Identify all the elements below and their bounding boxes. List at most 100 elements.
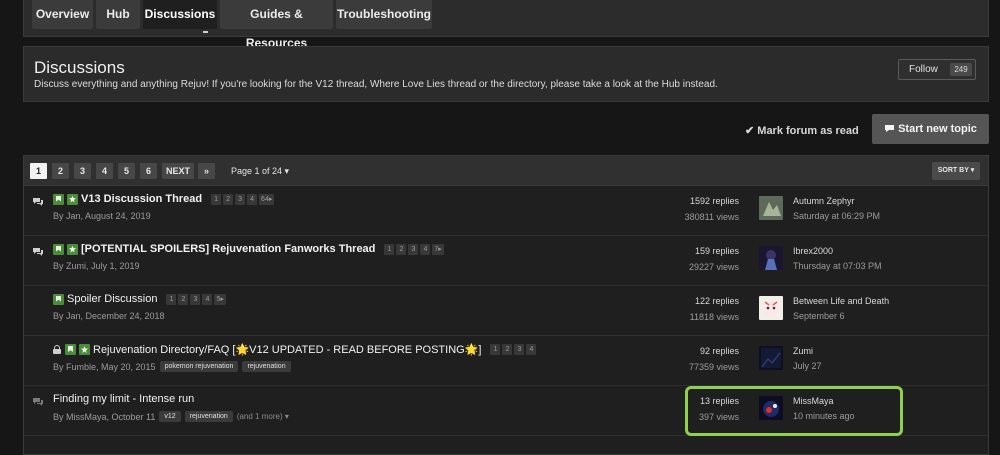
topic-row[interactable]: V13 Discussion Thread 1 2 3 4 64▸ By Jan… [24, 186, 988, 236]
tag-v12[interactable]: v12 [159, 411, 181, 422]
topic-row[interactable]: Rejuvenation Directory/FAQ [🌟V12 UPDATED… [24, 336, 988, 386]
topic-row[interactable]: Spoiler Discussion 1 2 3 4 5▸ By Jan, De… [24, 286, 988, 336]
reply-count: 159 replies [694, 246, 739, 256]
topic-page-link[interactable]: 4 [526, 344, 537, 355]
tag-rejuvenation[interactable]: rejuvenation [242, 361, 291, 372]
topic-title-link[interactable]: V13 Discussion Thread [81, 193, 202, 205]
topic-page-link[interactable]: 1 [166, 293, 177, 305]
topic-stats: 122 replies 11818 views [690, 296, 739, 322]
topic-title-link[interactable]: Spoiler Discussion [67, 293, 157, 305]
topic-last-page-link[interactable]: 64▸ [259, 193, 275, 205]
avatar[interactable] [759, 346, 783, 370]
page-3-button[interactable]: 3 [74, 163, 91, 179]
last-post-time[interactable]: September 6 [793, 311, 845, 321]
avatar[interactable] [759, 246, 783, 270]
topic-meta: By MissMaya, October 11 v12 rejuvenation… [53, 411, 289, 422]
tab-troubleshooting[interactable]: Troubleshooting [336, 0, 432, 29]
topic-page-link[interactable]: 2 [223, 193, 234, 205]
topic-row[interactable]: [POTENTIAL SPOILERS] Rejuvenation Fanwor… [24, 236, 988, 286]
active-tab-indicator [203, 31, 208, 33]
tab-hub[interactable]: Hub [96, 0, 140, 29]
page-5-button[interactable]: 5 [118, 163, 135, 179]
checkmark-icon: ✔ [745, 125, 758, 137]
topic-title-link[interactable]: Finding my limit - Intense run [53, 393, 194, 405]
last-poster-name[interactable]: Zumi [793, 346, 813, 356]
follow-label: Follow [909, 64, 938, 75]
next-page-button[interactable]: NEXT [162, 163, 194, 179]
last-post-time[interactable]: Saturday at 06:29 PM [793, 211, 880, 221]
topic-stats: 159 replies 29227 views [689, 246, 739, 272]
last-page-button[interactable]: » [198, 163, 215, 179]
pinned-icon [65, 344, 76, 355]
topic-title-line: Finding my limit - Intense run [53, 393, 194, 405]
conversation-icon [33, 198, 43, 206]
topic-page-link[interactable]: 3 [514, 344, 525, 355]
page-2-button[interactable]: 2 [52, 163, 69, 179]
last-poster-name[interactable]: Autumn Zephyr [793, 196, 855, 206]
last-post-time[interactable]: July 27 [793, 361, 822, 371]
mark-read-label: Mark forum as read [757, 125, 859, 137]
avatar[interactable] [759, 196, 783, 220]
tab-guides-resources[interactable]: Guides & Resources [220, 0, 333, 50]
view-count: 29227 views [688, 262, 739, 272]
topic-title-line: Spoiler Discussion 1 2 3 4 5▸ [53, 293, 226, 305]
topic-page-link[interactable]: 4 [420, 243, 431, 255]
topic-page-link[interactable]: 3 [190, 293, 201, 305]
topic-meta: By Jan, December 24, 2018 [53, 311, 165, 321]
page-6-button[interactable]: 6 [140, 163, 157, 179]
chat-bubble-icon [885, 125, 895, 132]
topic-author-date: By MissMaya, October 11 [53, 411, 156, 422]
topic-author-date: By Fumble, May 20, 2015 [53, 361, 156, 372]
topic-page-link[interactable]: 1 [211, 193, 222, 205]
tag-pokemon-rejuvenation[interactable]: pokemon rejuvenation [159, 361, 239, 372]
view-count: 77359 views [688, 362, 739, 372]
start-new-topic-button[interactable]: Start new topic [872, 114, 989, 144]
forum-nav: Overview Hub Discussions Guides & Resour… [23, 0, 989, 50]
topic-title-link[interactable]: Rejuvenation Directory/FAQ [🌟V12 UPDATED… [93, 343, 481, 356]
topic-author-date: By Zumi, July 1, 2019 [53, 261, 140, 271]
topic-pages: 1 2 3 4 64▸ [211, 193, 275, 205]
topic-page-link[interactable]: 4 [202, 293, 213, 305]
avatar[interactable] [759, 296, 783, 320]
featured-icon [67, 243, 78, 255]
pinned-icon [53, 193, 64, 205]
follow-button[interactable]: Follow 249 [898, 59, 976, 80]
more-tags-link[interactable]: (and 1 more) ▾ [237, 412, 289, 421]
topic-last-page-link[interactable]: 7▸ [432, 243, 444, 255]
topic-last-page-link[interactable]: 5▸ [214, 293, 226, 305]
conversation-icon [33, 248, 43, 256]
topic-title-link[interactable]: [POTENTIAL SPOILERS] Rejuvenation Fanwor… [81, 243, 375, 255]
tab-discussions[interactable]: Discussions [143, 0, 217, 29]
topic-pages: 1 2 3 4 5▸ [166, 293, 226, 305]
topic-page-link[interactable]: 3 [408, 243, 419, 255]
last-poster-name[interactable]: Between Life and Death [793, 296, 889, 306]
topic-page-link[interactable]: 2 [178, 293, 189, 305]
topic-page-link[interactable]: 2 [502, 344, 513, 355]
mark-forum-read-link[interactable]: ✔ Mark forum as read [745, 124, 859, 137]
topic-page-link[interactable]: 3 [235, 193, 246, 205]
topic-author-date: By Jan, August 24, 2019 [53, 211, 151, 221]
lock-icon [53, 345, 61, 354]
topic-title-line: [POTENTIAL SPOILERS] Rejuvenation Fanwor… [53, 243, 444, 255]
topic-page-link[interactable]: 4 [247, 193, 258, 205]
topic-pages: 1 2 3 4 7▸ [384, 243, 444, 255]
last-post-time[interactable]: Thursday at 07:03 PM [793, 261, 882, 271]
topic-page-link[interactable]: 1 [490, 344, 501, 355]
sort-by-dropdown[interactable]: SORT BY ▾ [932, 162, 980, 180]
topic-page-link[interactable]: 1 [384, 243, 395, 255]
topic-page-link[interactable]: 2 [396, 243, 407, 255]
start-topic-label: Start new topic [898, 123, 977, 135]
last-poster-name[interactable]: Ibrex2000 [793, 246, 833, 256]
page-jump-dropdown[interactable]: Page 1 of 24 ▾ [231, 166, 289, 177]
page-1-button[interactable]: 1 [30, 163, 47, 179]
follower-count-badge: 249 [950, 63, 972, 76]
pinned-icon [53, 293, 64, 305]
topic-meta: By Zumi, July 1, 2019 [53, 261, 140, 271]
pagination-bar: 1 2 3 4 5 6 NEXT » Page 1 of 24 ▾ SORT B… [24, 156, 988, 186]
topic-meta: By Fumble, May 20, 2015 pokemon rejuvena… [53, 361, 291, 372]
forum-description: Discuss everything and anything Rejuv! I… [34, 79, 718, 90]
tag-rejuvenation[interactable]: rejuvenation [184, 411, 233, 422]
page-4-button[interactable]: 4 [96, 163, 113, 179]
highlight-box [685, 386, 903, 436]
tab-overview[interactable]: Overview [32, 0, 93, 29]
